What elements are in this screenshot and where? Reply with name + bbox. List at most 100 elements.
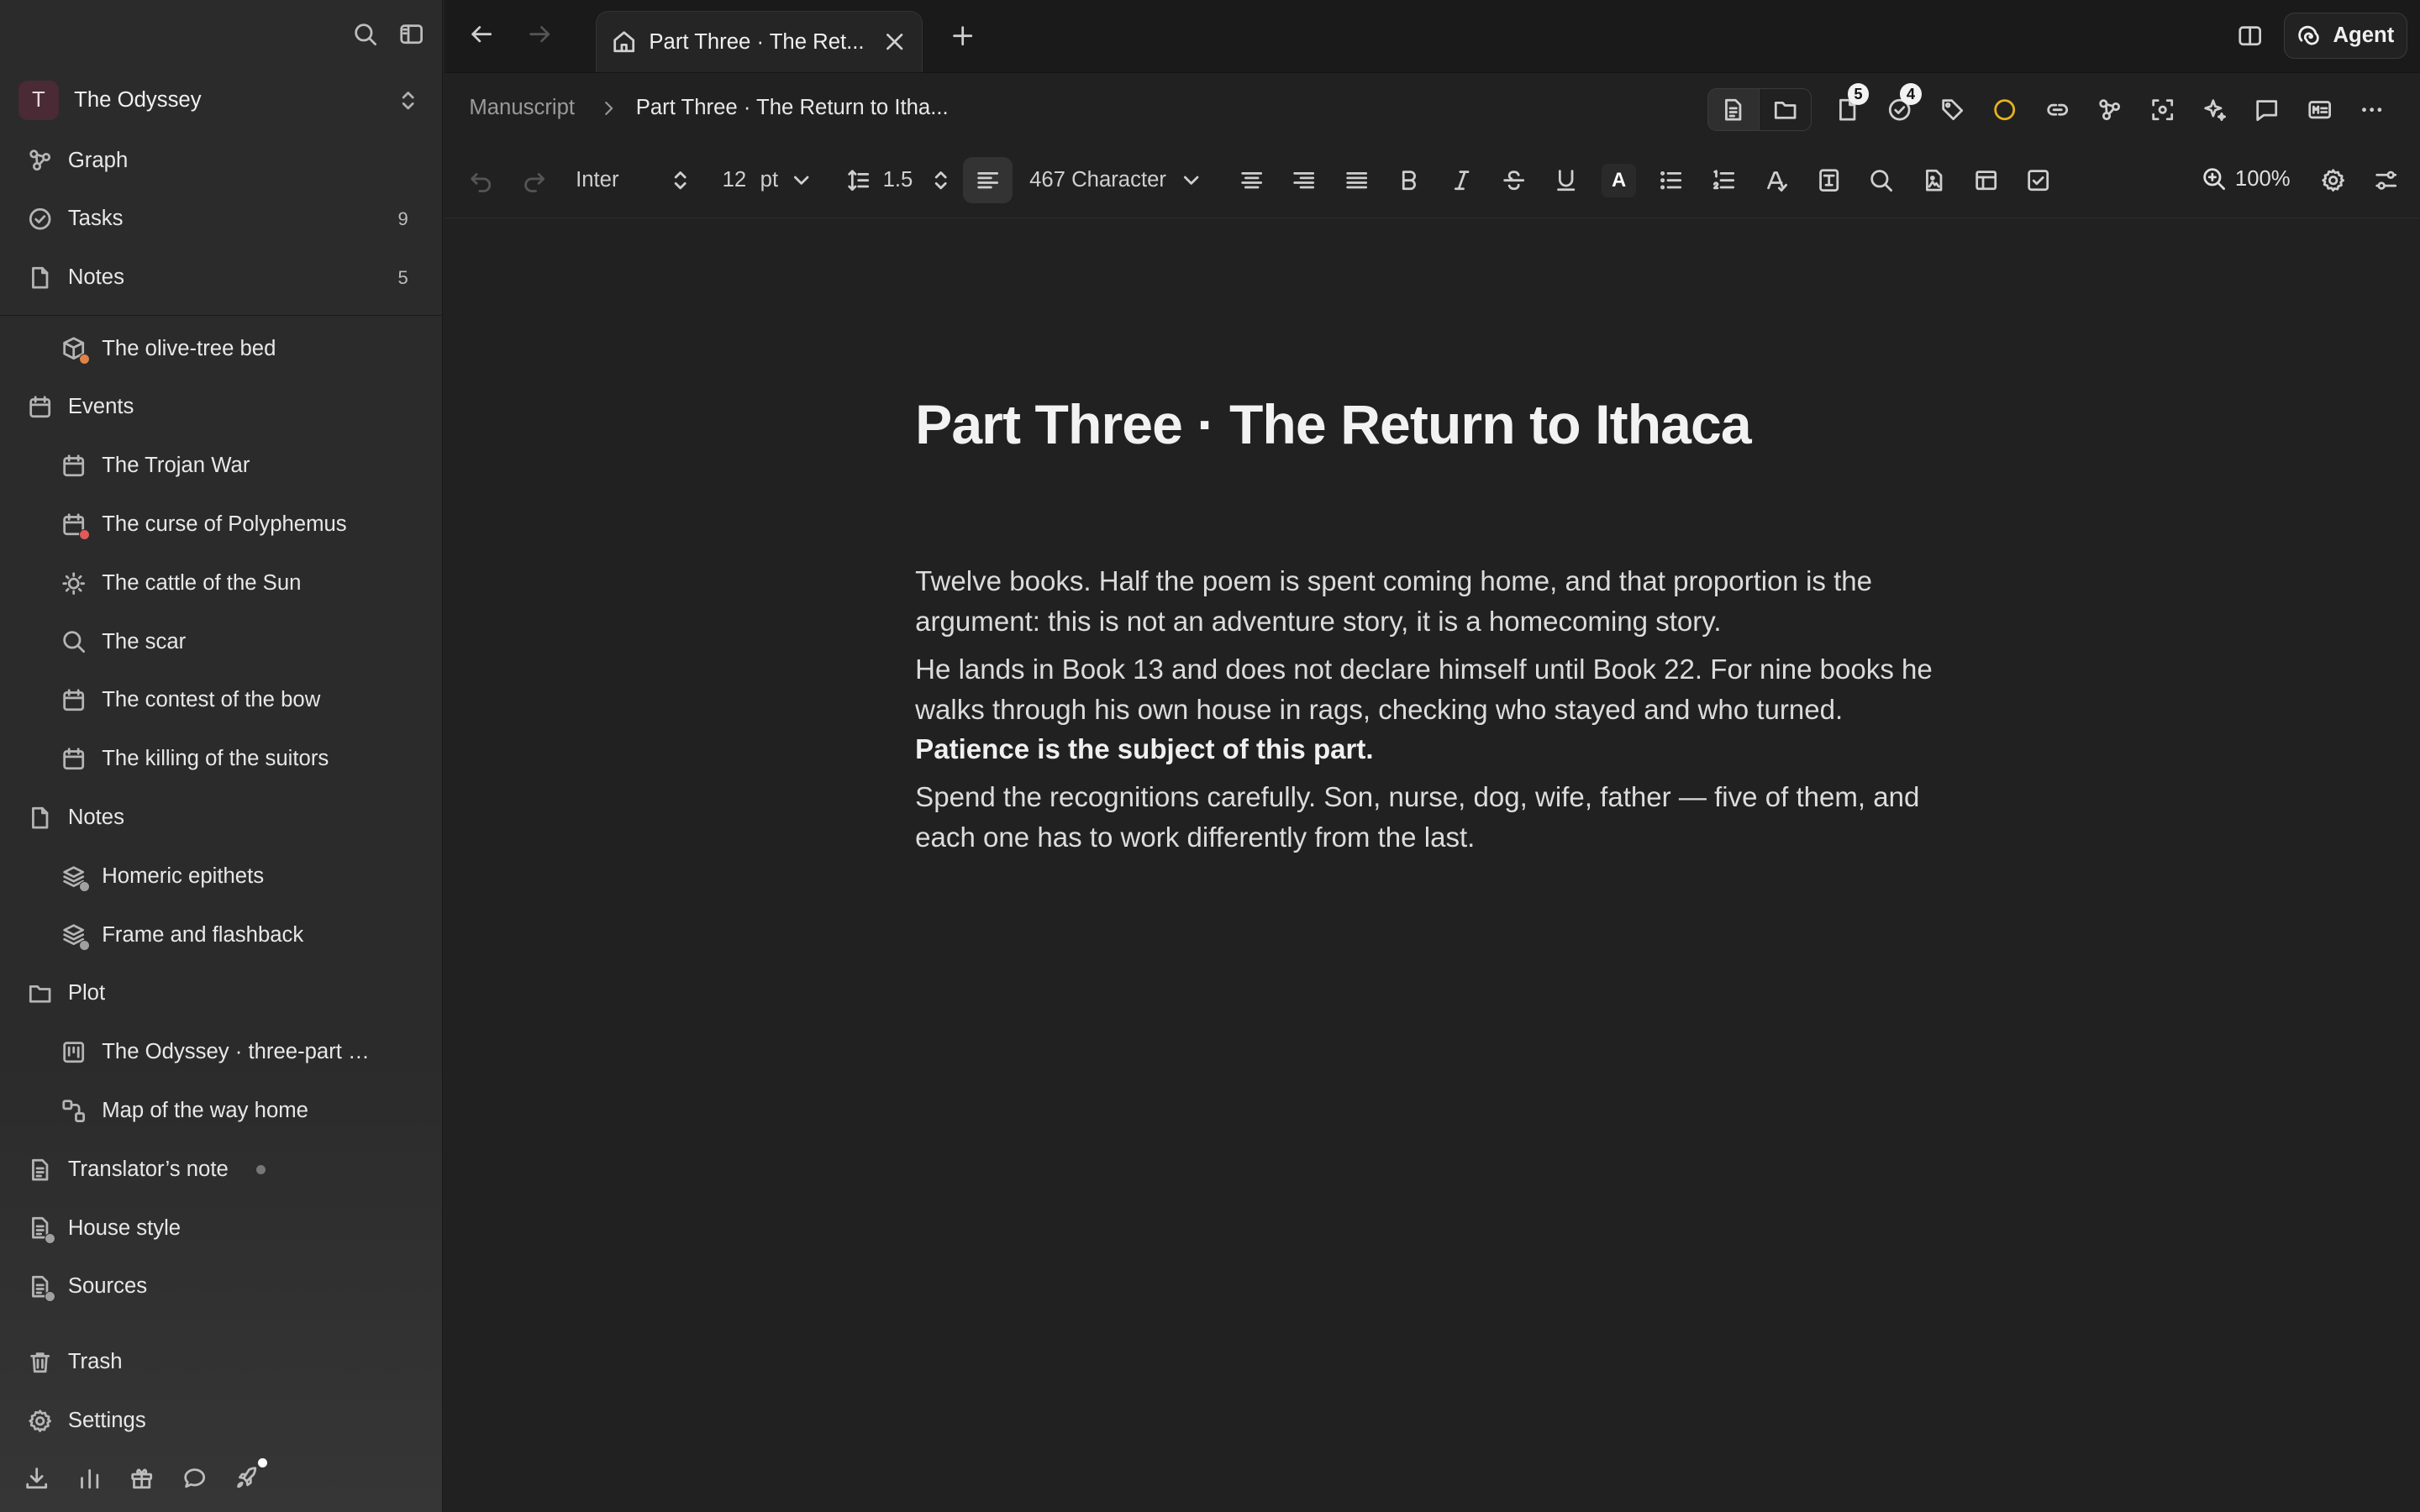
- align-right-icon[interactable]: [1278, 168, 1330, 197]
- chevron-right-icon: [599, 99, 618, 118]
- sidebar-item-translators-note[interactable]: Translator’s note: [0, 1140, 442, 1199]
- clear-format-icon[interactable]: [1750, 168, 1802, 197]
- sidebar-footer: [24, 1457, 267, 1490]
- sidebar-item-notes[interactable]: Notes 5: [0, 249, 442, 307]
- sidebar-item-settings[interactable]: Settings: [0, 1392, 442, 1451]
- ai-sparkle-button[interactable]: [2188, 88, 2240, 131]
- search-icon[interactable]: [353, 22, 377, 46]
- undo-icon[interactable]: [469, 168, 493, 193]
- map-icon: [61, 1099, 86, 1123]
- italic-icon[interactable]: [1435, 168, 1487, 197]
- gift-icon[interactable]: [129, 1466, 154, 1490]
- paragraph-1[interactable]: Twelve books. Half the poem is spent com…: [915, 562, 1933, 643]
- plus-icon[interactable]: [950, 24, 975, 48]
- doc-icon: [28, 1215, 56, 1244]
- redo-icon[interactable]: [522, 168, 546, 193]
- sidebar-item-tasks[interactable]: Tasks 9: [0, 190, 442, 249]
- insert-image-icon[interactable]: [1907, 168, 1960, 197]
- breadcrumb-root[interactable]: Manuscript: [469, 96, 575, 120]
- card-view-button[interactable]: [2293, 88, 2345, 131]
- status-color-button[interactable]: [1979, 88, 2031, 131]
- sidebar-item-trojan-war[interactable]: The Trojan War: [0, 437, 442, 496]
- paragraph-2-bold: Patience is the subject of this part.: [915, 734, 1374, 766]
- document-tab[interactable]: Part Three · The Ret...: [595, 10, 923, 73]
- sidebar-item-graph[interactable]: Graph: [0, 131, 442, 190]
- gear-icon[interactable]: [2321, 168, 2345, 192]
- sidebar-item-label: The curse of Polyphemus: [102, 512, 347, 536]
- document-body[interactable]: Part Three · The Return to Ithaca Twelve…: [915, 393, 1933, 866]
- sidebar-item-frame-and-flashback[interactable]: Frame and flashback: [0, 906, 442, 964]
- sidebar-item-events[interactable]: Events: [0, 378, 442, 437]
- bold-icon[interactable]: [1383, 168, 1435, 197]
- graph-button[interactable]: [2084, 88, 2136, 131]
- page-view-button[interactable]: [1707, 87, 1760, 132]
- line-height-select[interactable]: 1.5: [846, 168, 954, 192]
- sidebar-item-homeric-epithets[interactable]: Homeric epithets: [0, 847, 442, 906]
- align-center-icon[interactable]: [1225, 168, 1277, 197]
- chat-icon[interactable]: [182, 1466, 207, 1490]
- forward-arrow-icon[interactable]: [528, 22, 552, 46]
- zoom-control[interactable]: 100%: [2202, 166, 2291, 191]
- download-icon[interactable]: [24, 1466, 49, 1490]
- sidebar-item-label: Events: [67, 395, 134, 419]
- sidebar-item-contest-of-the-bow[interactable]: The contest of the bow: [0, 671, 442, 730]
- sidebar-item-label: The contest of the bow: [102, 688, 321, 712]
- bullet-list-icon[interactable]: [1645, 168, 1697, 197]
- breadcrumb-current[interactable]: Part Three · The Return to Itha...: [636, 96, 949, 120]
- paragraph-3[interactable]: Spend the recognitions carefully. Son, n…: [915, 778, 1933, 858]
- sidebar-item-cattle-of-the-sun[interactable]: The cattle of the Sun: [0, 554, 442, 612]
- rocket-icon[interactable]: [234, 1457, 267, 1490]
- stats-icon[interactable]: [77, 1466, 102, 1490]
- sliders-icon[interactable]: [2374, 168, 2398, 192]
- sidebar-item-olive-tree-bed[interactable]: The olive-tree bed: [0, 319, 442, 378]
- sidebar-item-the-scar[interactable]: The scar: [0, 612, 442, 671]
- agent-button[interactable]: Agent: [2284, 12, 2408, 59]
- folder-icon: [1773, 97, 1797, 122]
- strikethrough-icon[interactable]: [1488, 168, 1540, 197]
- align-justify-icon[interactable]: [1330, 168, 1382, 197]
- sidebar-item-trash[interactable]: Trash: [0, 1333, 442, 1392]
- workspace-switcher[interactable]: T The Odyssey: [18, 80, 420, 121]
- comments-button[interactable]: [2241, 88, 2293, 131]
- sidebar-item-sources[interactable]: Sources: [0, 1257, 442, 1316]
- find-icon[interactable]: [1855, 168, 1907, 197]
- font-size-select[interactable]: 12 pt: [723, 168, 814, 192]
- layers-icon: [61, 922, 90, 951]
- paragraph-2[interactable]: He lands in Book 13 and does not declare…: [915, 650, 1933, 770]
- character-count-select[interactable]: 467 Character: [1029, 168, 1203, 192]
- sidebar: T The Odyssey Graph Tasks 9 Notes 5 The …: [0, 0, 444, 1512]
- document-title[interactable]: Part Three · The Return to Ithaca: [915, 393, 1933, 457]
- sidebar-item-plot[interactable]: Plot: [0, 964, 442, 1023]
- formatting-toolbar: Inter 12 pt 1.5 467 Character A 100%: [444, 144, 2420, 218]
- underline-icon[interactable]: [1540, 168, 1592, 197]
- checkbox-icon[interactable]: [2012, 168, 2065, 197]
- align-left-button[interactable]: [963, 157, 1013, 204]
- sidebar-toggle-icon[interactable]: [399, 22, 424, 46]
- tag-button[interactable]: [1926, 88, 1978, 131]
- sidebar-item-killing-of-the-suitors[interactable]: The killing of the suitors: [0, 730, 442, 789]
- calendar-icon: [28, 395, 52, 419]
- numbered-list-icon[interactable]: [1697, 168, 1749, 197]
- linked-notes-button[interactable]: 5: [1821, 83, 1873, 131]
- link-button[interactable]: [2031, 88, 2083, 131]
- focus-button[interactable]: [2136, 88, 2188, 131]
- more-options-button[interactable]: [2346, 88, 2398, 131]
- text-box-icon[interactable]: [1802, 168, 1854, 197]
- table-icon[interactable]: [1960, 168, 2012, 197]
- back-arrow-icon[interactable]: [469, 22, 493, 46]
- tasks-badge: 4: [1900, 83, 1922, 105]
- sidebar-item-label: Map of the way home: [102, 1098, 308, 1122]
- sidebar-top-actions: [353, 22, 424, 46]
- split-view-icon[interactable]: [2238, 24, 2262, 48]
- font-family-select[interactable]: Inter: [576, 168, 690, 192]
- linked-tasks-button[interactable]: 4: [1874, 83, 1926, 131]
- sidebar-item-map-of-the-way-home[interactable]: Map of the way home: [0, 1082, 442, 1141]
- sidebar-item-curse-of-polyphemus[interactable]: The curse of Polyphemus: [0, 496, 442, 554]
- folder-view-button[interactable]: [1759, 87, 1812, 132]
- sidebar-item-three-part-board[interactable]: The Odyssey · three-part …: [0, 1023, 442, 1082]
- sidebar-item-house-style[interactable]: House style: [0, 1199, 442, 1257]
- close-icon[interactable]: [882, 29, 907, 54]
- character-count: 467 Character: [1029, 168, 1166, 192]
- text-color-icon[interactable]: A: [1592, 163, 1644, 198]
- sidebar-item-notes-folder[interactable]: Notes: [0, 789, 442, 848]
